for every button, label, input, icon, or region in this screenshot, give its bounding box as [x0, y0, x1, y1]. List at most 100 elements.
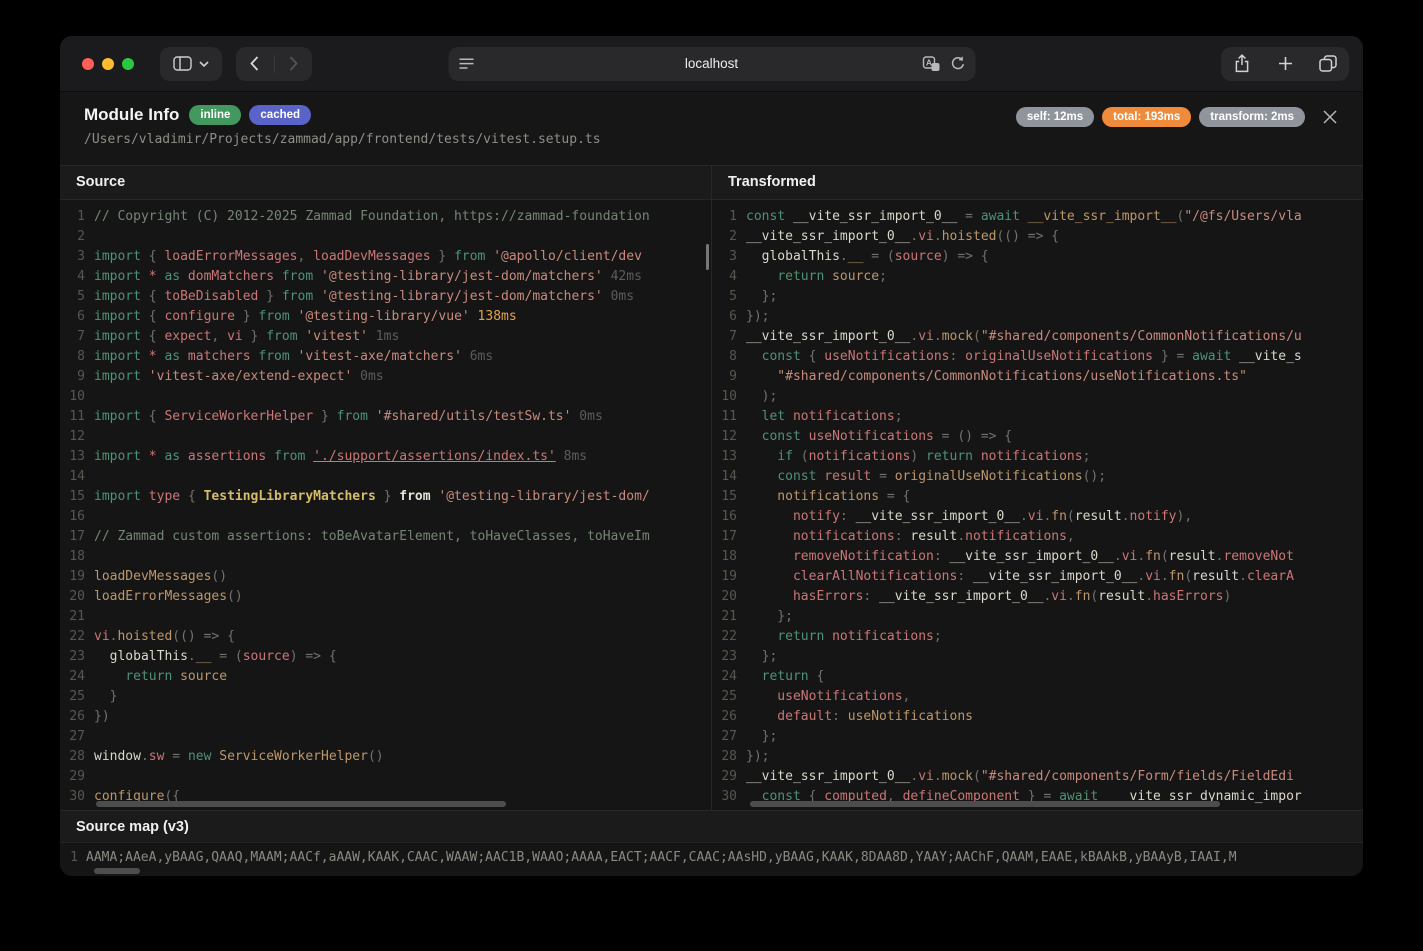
- line-number: 19: [712, 567, 746, 587]
- code-token: }): [94, 709, 110, 724]
- code-token: [746, 269, 777, 284]
- code-token: __vite_s: [1231, 349, 1301, 364]
- code-token: from: [282, 269, 313, 284]
- line-number: 17: [712, 527, 746, 547]
- code-token: return: [762, 669, 809, 684]
- code-token: *: [141, 269, 164, 284]
- close-panel-button[interactable]: [1317, 104, 1343, 130]
- module-link[interactable]: './support/assertions/index.ts': [313, 449, 556, 464]
- code-token: import: [94, 349, 141, 364]
- forward-button[interactable]: [275, 47, 313, 81]
- code-token: 0ms: [352, 369, 383, 384]
- tab-overview-button[interactable]: [1306, 47, 1349, 81]
- close-window-button[interactable]: [82, 58, 94, 70]
- code-token: {: [141, 409, 164, 424]
- code-line: 6});: [712, 307, 1363, 327]
- code-line: 1const __vite_ssr_import_0__ = await __v…: [712, 207, 1363, 227]
- code-token: result: [1075, 509, 1122, 524]
- code-token: ,: [211, 329, 227, 344]
- code-text: [94, 427, 711, 447]
- code-line: 27: [60, 727, 711, 747]
- code-text: notifications = {: [746, 487, 1363, 507]
- code-token: import: [94, 269, 141, 284]
- new-tab-button[interactable]: [1264, 47, 1307, 81]
- code-line: 3import { loadErrorMessages, loadDevMess…: [60, 247, 711, 267]
- line-number: 13: [60, 447, 94, 467]
- back-button[interactable]: [236, 47, 274, 81]
- line-number: 18: [60, 547, 94, 567]
- code-token: TestingLibraryMatchers: [204, 489, 376, 504]
- code-token: from: [258, 349, 289, 364]
- code-token: .: [840, 249, 848, 264]
- transformed-horizontal-scrollbar[interactable]: [750, 801, 1220, 807]
- code-token: globalThis: [94, 649, 188, 664]
- status-badge: cached: [249, 105, 311, 125]
- browser-toolbar: localhost A: [60, 36, 1363, 92]
- code-token: __: [848, 249, 864, 264]
- code-token: default: [746, 709, 832, 724]
- code-token: import: [94, 449, 141, 464]
- code-token: };: [746, 649, 777, 664]
- zoom-window-button[interactable]: [122, 58, 134, 70]
- code-text: return {: [746, 667, 1363, 687]
- line-number: 3: [60, 247, 94, 267]
- source-horizontal-scrollbar[interactable]: [96, 801, 506, 807]
- code-token: source: [172, 669, 227, 684]
- line-number: 16: [60, 507, 94, 527]
- code-token: {: [141, 289, 164, 304]
- code-token: 1ms: [368, 329, 399, 344]
- code-token: __vite_ssr_import_0__: [746, 229, 910, 244]
- code-token: *: [141, 449, 164, 464]
- browser-window: localhost A: [60, 36, 1363, 876]
- line-number: 20: [60, 587, 94, 607]
- code-token: from: [274, 449, 305, 464]
- code-text: hasErrors: __vite_ssr_import_0__.vi.fn(r…: [746, 587, 1363, 607]
- code-token: '@testing-library/jest-dom/matchers': [313, 289, 603, 304]
- line-number: 11: [712, 407, 746, 427]
- share-button[interactable]: [1221, 47, 1264, 81]
- code-token: :: [950, 349, 966, 364]
- code-token: 0ms: [603, 289, 634, 304]
- address-bar[interactable]: localhost A: [448, 47, 975, 81]
- code-token: __vite_ssr_import_0__: [746, 329, 910, 344]
- code-line: 7__vite_ssr_import_0__.vi.mock("#shared/…: [712, 327, 1363, 347]
- sidebar-toggle-button[interactable]: [160, 47, 222, 81]
- line-number: 23: [60, 647, 94, 667]
- line-number: 7: [712, 327, 746, 347]
- line-number: 14: [60, 467, 94, 487]
- transformed-panel: Transformed 1const __vite_ssr_import_0__…: [711, 166, 1363, 810]
- code-panels: Source 1// Copyright (C) 2012-2025 Zamma…: [60, 166, 1363, 810]
- line-number: 16: [712, 507, 746, 527]
- code-line: 15import type { TestingLibraryMatchers }…: [60, 487, 711, 507]
- code-token: :: [957, 569, 973, 584]
- code-token: type: [141, 489, 188, 504]
- source-vertical-scrollbar[interactable]: [706, 244, 709, 270]
- code-token: import: [94, 409, 141, 424]
- code-token: let: [762, 409, 785, 424]
- code-text: }: [94, 687, 711, 707]
- translate-icon[interactable]: A: [922, 56, 940, 72]
- code-token: removeNotification: [746, 549, 934, 564]
- code-token: :: [863, 589, 879, 604]
- code-token: {: [141, 249, 164, 264]
- code-token: return: [777, 269, 824, 284]
- code-token: .: [1020, 509, 1028, 524]
- code-token: notifications: [973, 449, 1083, 464]
- code-token: (: [1067, 509, 1075, 524]
- sourcemap-horizontal-scrollbar[interactable]: [94, 868, 140, 874]
- minimize-window-button[interactable]: [102, 58, 114, 70]
- line-number: 28: [60, 747, 94, 767]
- code-line: 24 return source: [60, 667, 711, 687]
- code-text: };: [746, 287, 1363, 307]
- code-token: ,: [1067, 529, 1075, 544]
- module-badges: inlinecached: [189, 105, 311, 125]
- code-token: 0ms: [571, 409, 602, 424]
- line-number: 13: [712, 447, 746, 467]
- code-line: 20 hasErrors: __vite_ssr_import_0__.vi.f…: [712, 587, 1363, 607]
- reload-icon[interactable]: [950, 56, 965, 71]
- code-token: (: [793, 449, 809, 464]
- code-text: [94, 507, 711, 527]
- line-number: 9: [712, 367, 746, 387]
- code-token: notifications: [746, 529, 895, 544]
- code-token: __vite_ssr_import_0__: [856, 509, 1020, 524]
